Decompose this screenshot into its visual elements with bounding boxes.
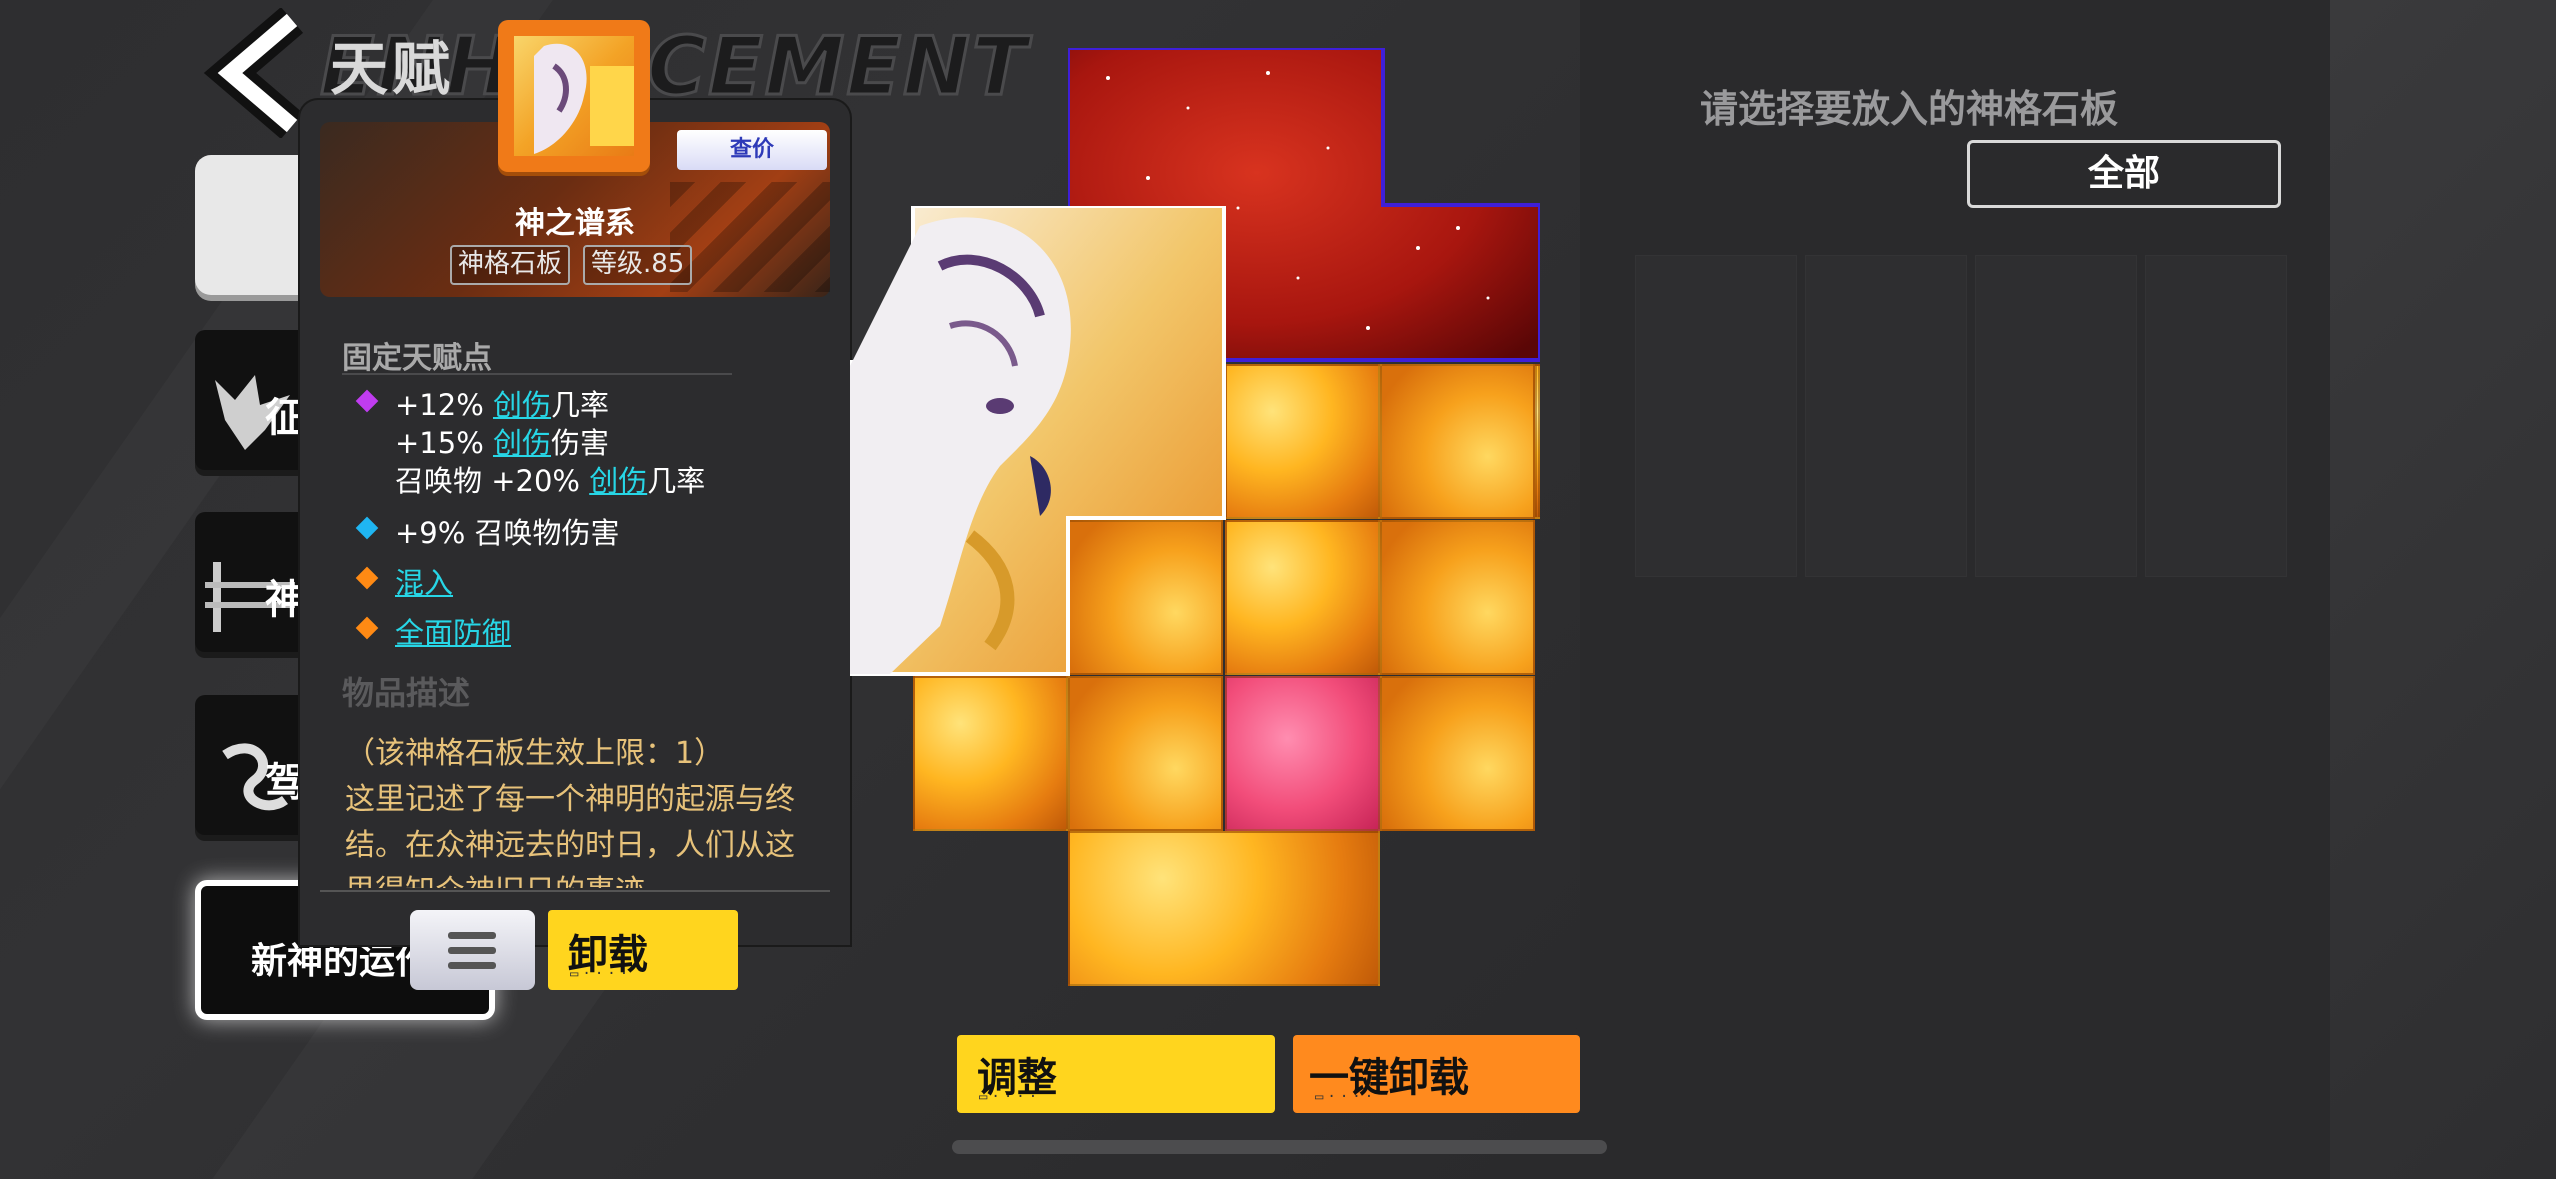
button-deco: ▭···· — [570, 966, 633, 982]
slate-tile[interactable] — [1380, 364, 1535, 519]
page-title: 天赋 — [330, 35, 455, 103]
menu-button[interactable] — [410, 910, 535, 990]
keyword-link[interactable]: 创伤 — [493, 388, 551, 422]
slate-tile[interactable] — [913, 676, 1068, 831]
talent-value: +9% 召唤物伤害 — [395, 516, 620, 550]
slate-slot[interactable] — [2145, 255, 2287, 577]
talent-value: 召唤物 +20% — [395, 464, 590, 498]
talent-suffix: 伤害 — [551, 426, 610, 460]
item-icon — [498, 20, 650, 172]
side-item-0[interactable]: 征 — [195, 330, 315, 470]
hamburger-icon — [448, 962, 496, 969]
unload-button[interactable]: 卸载 ▭···· — [548, 910, 738, 990]
talent-line-1: +15% 创伤伤害 — [395, 420, 609, 462]
slate-tile[interactable] — [1068, 676, 1223, 831]
description-line: （该神格石板生效上限：1） — [345, 736, 725, 771]
description-line: 结。在众神远去的时日，人们从这 — [345, 828, 795, 863]
item-level-tag: 等级.85 — [583, 245, 693, 285]
side-item-2[interactable]: 驾 — [195, 695, 315, 835]
slate-tile[interactable] — [1380, 520, 1535, 675]
side-item-label: 征 — [265, 395, 305, 441]
keyword-link[interactable]: 创伤 — [493, 426, 551, 460]
talent-line-0: +12% 创伤几率 — [395, 382, 609, 424]
talent-line-2: 召唤物 +20% 创伤几率 — [395, 458, 705, 500]
talent-line-4: 混入 — [395, 560, 453, 602]
side-item-1[interactable]: 神 — [195, 512, 315, 652]
tooltip-divider — [320, 890, 830, 892]
button-deco: ▭···· — [979, 1089, 1042, 1105]
keyword-link[interactable]: 混入 — [395, 566, 453, 600]
hamburger-icon — [448, 947, 496, 954]
unload-all-button[interactable]: 一键卸载 ▭···· — [1293, 1035, 1580, 1113]
pink-slate-tile[interactable] — [1225, 676, 1380, 831]
hamburger-icon — [448, 932, 496, 939]
home-indicator[interactable] — [952, 1140, 1607, 1154]
right-edge-background — [2330, 0, 2556, 1179]
slate-tile[interactable] — [1380, 676, 1535, 831]
side-item-label: 驾 — [265, 760, 305, 806]
talent-value: +15% — [395, 426, 493, 460]
keyword-link[interactable]: 创伤 — [589, 464, 647, 498]
talent-line-5: 全面防御 — [395, 610, 511, 652]
select-slate-prompt: 请选择要放入的神格石板 — [1700, 87, 2119, 131]
side-item-label: 神 — [265, 577, 305, 623]
slate-tile[interactable] — [1225, 520, 1380, 675]
slate-slot[interactable] — [1975, 255, 2137, 577]
portrait-icon — [534, 43, 634, 154]
heading-divider — [342, 373, 732, 375]
description-heading: 物品描述 — [342, 674, 471, 712]
keyword-link[interactable]: 全面防御 — [395, 616, 511, 650]
description-line: 这里记述了每一个神明的起源与终 — [345, 782, 795, 817]
description-line: 里得知众神旧日的事迹。 — [345, 866, 675, 888]
god-portrait-slate[interactable] — [850, 206, 1226, 676]
price-check-button[interactable]: 查价 — [677, 130, 827, 170]
slate-tile[interactable] — [1068, 831, 1380, 986]
button-deco: ▭···· — [1315, 1089, 1378, 1105]
slate-tile[interactable] — [1535, 364, 1540, 519]
talent-suffix: 几率 — [647, 464, 706, 498]
slate-slot[interactable] — [1805, 255, 1967, 577]
slate-tile[interactable] — [1225, 364, 1380, 519]
talent-line-3: +9% 召唤物伤害 — [395, 510, 620, 552]
item-type-tag: 神格石板 — [450, 245, 571, 285]
god-portrait-icon — [514, 36, 634, 156]
fixed-talent-heading: 固定天赋点 — [342, 341, 492, 376]
filter-all-button[interactable]: 全部 — [1967, 140, 2281, 208]
item-name: 神之谱系 — [515, 206, 635, 241]
slate-slot[interactable] — [1635, 255, 1797, 577]
adjust-button[interactable]: 调整 ▭···· — [957, 1035, 1275, 1113]
talent-value: +12% — [395, 388, 493, 422]
talent-suffix: 几率 — [551, 388, 610, 422]
